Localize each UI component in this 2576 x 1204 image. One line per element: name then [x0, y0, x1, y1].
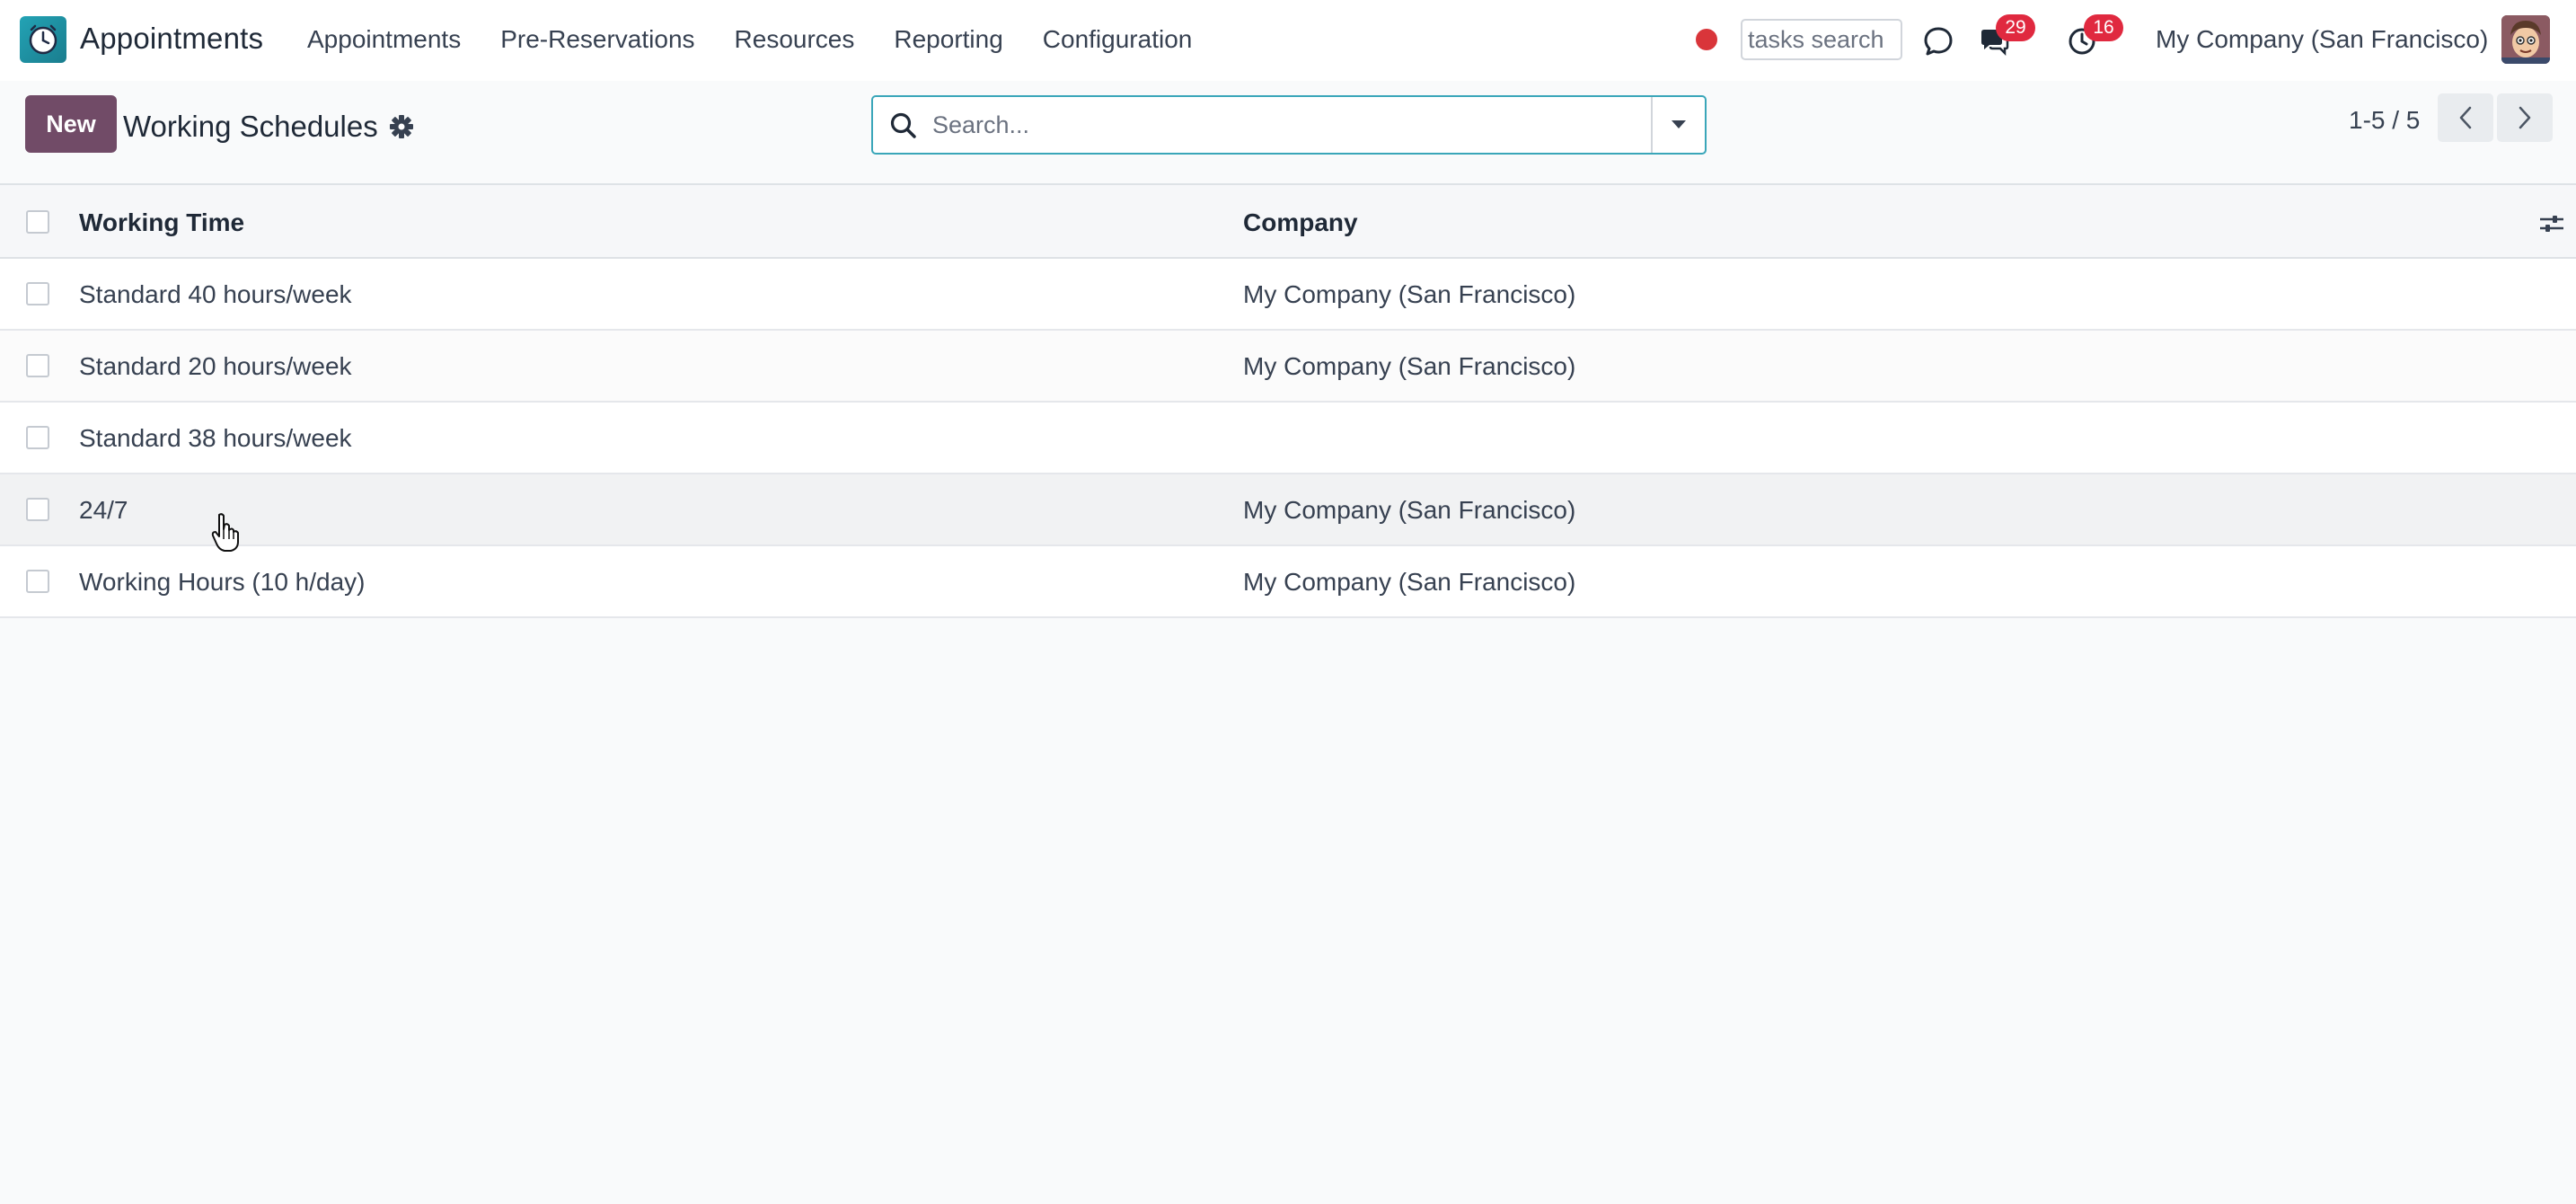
- menu-pre-reservations[interactable]: Pre-Reservations: [500, 25, 694, 54]
- row-checkbox[interactable]: [26, 498, 49, 521]
- menu-configuration[interactable]: Configuration: [1043, 25, 1193, 54]
- pager-value[interactable]: 1-5 / 5: [2349, 106, 2420, 135]
- caret-down-icon: [1672, 120, 1686, 128]
- app-logo-icon[interactable]: [20, 16, 66, 63]
- activities-badge: 16: [2084, 14, 2123, 41]
- table-row[interactable]: Working Hours (10 h/day) My Company (San…: [0, 546, 2576, 618]
- top-navbar: Appointments Appointments Pre-Reservatio…: [0, 0, 2576, 81]
- cell-company[interactable]: My Company (San Francisco): [1243, 352, 1575, 381]
- list-header: Working Time Company: [0, 183, 2576, 259]
- working-schedules-list: Working Time Company Standard 40 hours/w…: [0, 183, 2576, 618]
- recording-indicator-icon[interactable]: [1696, 29, 1717, 50]
- chevron-left-icon: [2459, 106, 2472, 129]
- column-header-company[interactable]: Company: [1243, 208, 1358, 237]
- page-title: Working Schedules: [123, 110, 378, 143]
- search-icon: [890, 112, 916, 138]
- cell-working-time[interactable]: 24/7: [79, 496, 128, 525]
- tasks-search-input[interactable]: [1741, 19, 1902, 60]
- table-row[interactable]: Standard 38 hours/week: [0, 403, 2576, 474]
- row-checkbox[interactable]: [26, 354, 49, 377]
- select-all-checkbox[interactable]: [26, 210, 49, 234]
- search-bar: [871, 95, 1707, 155]
- pager-previous-button[interactable]: [2438, 93, 2493, 142]
- clock-icon: [29, 24, 57, 55]
- row-checkbox[interactable]: [26, 282, 49, 305]
- app-name[interactable]: Appointments: [80, 22, 263, 56]
- column-header-working-time[interactable]: Working Time: [79, 208, 244, 237]
- cell-company[interactable]: My Company (San Francisco): [1243, 280, 1575, 309]
- cell-company[interactable]: My Company (San Francisco): [1243, 568, 1575, 597]
- user-avatar[interactable]: [2501, 15, 2550, 64]
- messages-icon[interactable]: 29: [1976, 14, 2035, 59]
- table-row[interactable]: Standard 20 hours/week My Company (San F…: [0, 331, 2576, 403]
- row-checkbox[interactable]: [26, 570, 49, 593]
- row-checkbox[interactable]: [26, 426, 49, 449]
- messages-badge: 29: [1996, 14, 2035, 41]
- chevron-right-icon: [2519, 106, 2531, 129]
- menu-reporting[interactable]: Reporting: [894, 25, 1002, 54]
- menu-resources[interactable]: Resources: [735, 25, 855, 54]
- optional-columns-icon[interactable]: [2538, 210, 2565, 237]
- cell-company[interactable]: My Company (San Francisco): [1243, 496, 1575, 525]
- cell-working-time[interactable]: Standard 38 hours/week: [79, 424, 352, 453]
- search-input[interactable]: [932, 104, 1615, 146]
- table-row[interactable]: 24/7 My Company (San Francisco): [0, 474, 2576, 546]
- activities-clock-icon[interactable]: 16: [2064, 14, 2123, 59]
- pager-next-button[interactable]: [2497, 93, 2553, 142]
- new-button[interactable]: New: [25, 95, 117, 153]
- company-switcher[interactable]: My Company (San Francisco): [2156, 25, 2488, 54]
- menu-appointments[interactable]: Appointments: [307, 25, 461, 54]
- cell-working-time[interactable]: Standard 20 hours/week: [79, 352, 352, 381]
- cell-working-time[interactable]: Standard 40 hours/week: [79, 280, 352, 309]
- gear-icon[interactable]: [388, 113, 415, 140]
- search-options-toggle[interactable]: [1651, 97, 1705, 153]
- discuss-icon[interactable]: [1920, 23, 1956, 59]
- main-menu: Appointments Pre-Reservations Resources …: [307, 25, 1231, 54]
- hand-cursor-icon: [211, 513, 239, 552]
- cell-working-time[interactable]: Working Hours (10 h/day): [79, 568, 366, 597]
- table-row[interactable]: Standard 40 hours/week My Company (San F…: [0, 259, 2576, 331]
